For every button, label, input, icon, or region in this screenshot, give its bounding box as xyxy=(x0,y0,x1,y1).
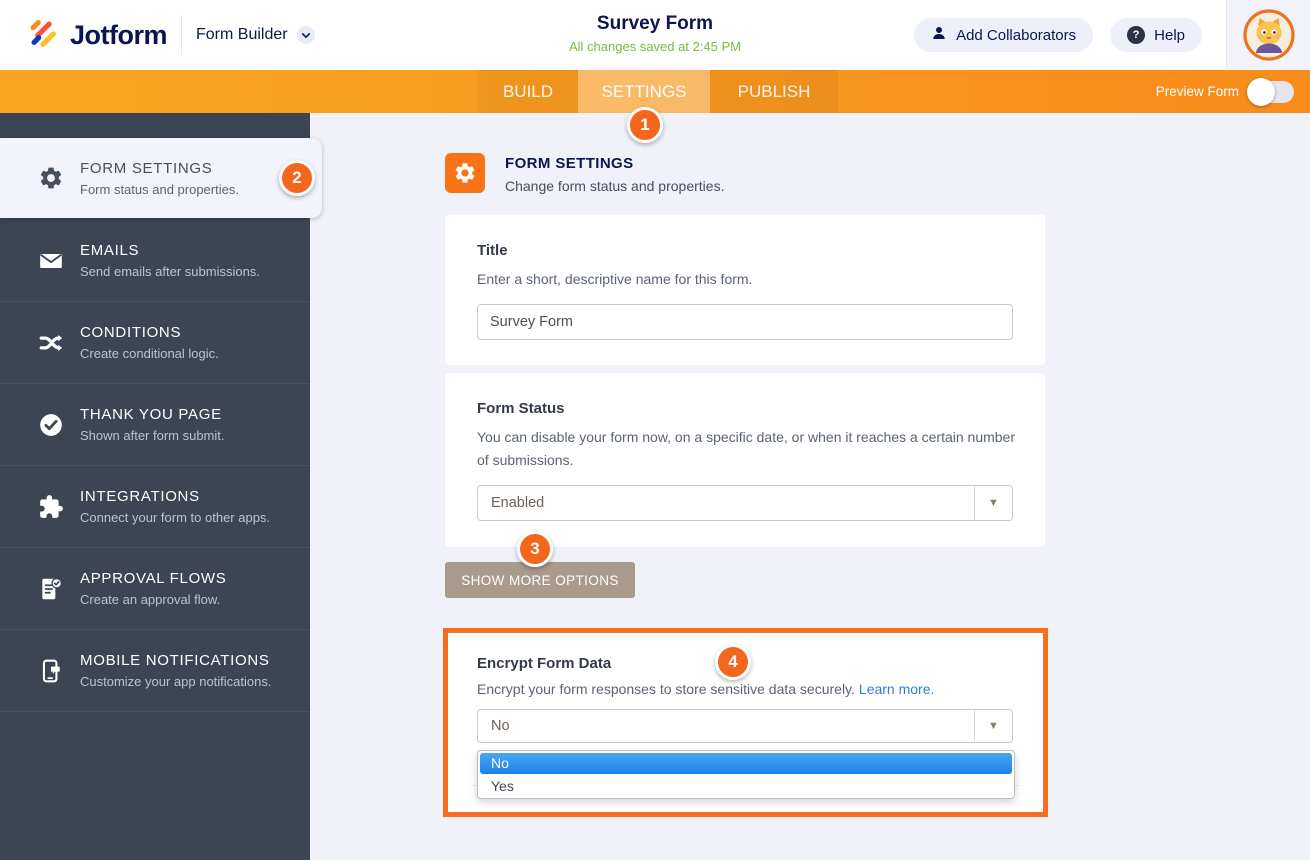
sidebar-item-thank-you-page[interactable]: THANK YOU PAGE Shown after form submit. xyxy=(0,384,310,466)
form-builder-menu[interactable]: Form Builder xyxy=(196,26,315,44)
form-status-desc: You can disable your form now, on a spec… xyxy=(477,429,1016,469)
form-status-value: Enabled xyxy=(491,495,545,512)
shuffle-icon xyxy=(38,330,64,356)
section-desc: Change form status and properties. xyxy=(505,178,725,194)
tab-build[interactable]: BUILD xyxy=(478,70,578,113)
gear-icon xyxy=(38,165,64,191)
check-circle-icon xyxy=(38,412,64,438)
annotation-step-1: 1 xyxy=(627,107,663,143)
add-collaborators-label: Add Collaborators xyxy=(956,26,1077,44)
title-card: Title Enter a short, descriptive name fo… xyxy=(445,215,1045,365)
avatar-zone xyxy=(1226,0,1310,70)
settings-sidebar: FORM SETTINGS Form status and properties… xyxy=(0,113,322,860)
sidebar-item-form-settings[interactable]: FORM SETTINGS Form status and properties… xyxy=(0,138,322,218)
sidebar-item-label: CONDITIONS xyxy=(80,324,182,341)
dropdown-arrow-icon: ▼ xyxy=(974,486,1012,521)
sidebar-item-label: APPROVAL FLOWS xyxy=(80,570,227,587)
sidebar-item-label: MOBILE NOTIFICATIONS xyxy=(80,652,270,669)
preview-form-label: Preview Form xyxy=(1155,84,1239,99)
sidebar-item-label: EMAILS xyxy=(80,242,140,259)
sidebar-item-desc: Connect your form to other apps. xyxy=(80,510,271,525)
preview-form-toggle[interactable] xyxy=(1247,77,1294,106)
person-icon xyxy=(931,25,947,45)
encrypt-value: No xyxy=(491,718,510,734)
sidebar-item-desc: Send emails after submissions. xyxy=(80,264,260,279)
sidebar-item-conditions[interactable]: CONDITIONS Create conditional logic. xyxy=(0,302,310,384)
tab-publish[interactable]: PUBLISH xyxy=(710,70,838,113)
sidebar-item-label: FORM SETTINGS xyxy=(80,159,213,177)
avatar[interactable] xyxy=(1242,9,1295,61)
encrypt-select[interactable]: No ▼ xyxy=(477,709,1013,743)
form-title[interactable]: Survey Form xyxy=(569,13,741,35)
top-header: Jotform Form Builder Survey Form All cha… xyxy=(0,0,1310,70)
sidebar-item-integrations[interactable]: INTEGRATIONS Connect your form to other … xyxy=(0,466,310,548)
encrypt-desc: Encrypt your form responses to store sen… xyxy=(477,681,855,697)
envelope-icon xyxy=(38,248,64,274)
sidebar-item-desc: Form status and properties. xyxy=(80,181,239,197)
puzzle-icon xyxy=(38,494,64,520)
form-title-input[interactable] xyxy=(477,304,1013,341)
sidebar-item-label: THANK YOU PAGE xyxy=(80,406,222,423)
header-divider xyxy=(181,15,182,55)
annotation-step-4: 4 xyxy=(715,644,751,680)
annotation-step-3: 3 xyxy=(517,531,553,567)
toggle-knob xyxy=(1247,77,1275,106)
dropdown-option-yes[interactable]: Yes xyxy=(478,776,1014,796)
sidebar-item-mobile-notifications[interactable]: MOBILE NOTIFICATIONS Customize your app … xyxy=(0,630,310,712)
help-label: Help xyxy=(1154,26,1185,44)
help-button[interactable]: ? Help xyxy=(1110,18,1202,52)
section-title: FORM SETTINGS xyxy=(505,155,634,172)
form-status-card: Form Status You can disable your form no… xyxy=(445,373,1045,547)
brand-wordmark: Jotform xyxy=(70,19,168,50)
builder-nav: BUILD SETTINGS PUBLISH Preview Form xyxy=(0,70,1310,113)
settings-content: FORM SETTINGS Change form status and pro… xyxy=(310,113,1310,860)
jotform-logo-icon xyxy=(26,16,60,55)
add-collaborators-button[interactable]: Add Collaborators xyxy=(914,18,1094,52)
encrypt-dropdown-list: No Yes xyxy=(477,750,1015,799)
annotation-step-2: 2 xyxy=(279,160,315,196)
product-label: Form Builder xyxy=(196,26,288,43)
dropdown-arrow-icon: ▼ xyxy=(974,710,1012,742)
sidebar-item-desc: Customize your app notifications. xyxy=(80,674,272,689)
form-settings-icon xyxy=(445,153,485,193)
title-desc: Enter a short, descriptive name for this… xyxy=(477,271,753,287)
encrypt-label: Encrypt Form Data xyxy=(477,655,612,672)
title-label: Title xyxy=(477,242,508,259)
chevron-down-icon xyxy=(296,26,315,44)
mobile-phone-icon xyxy=(38,658,64,684)
learn-more-link[interactable]: Learn more. xyxy=(859,681,934,697)
sidebar-item-label: INTEGRATIONS xyxy=(80,488,200,505)
sidebar-item-desc: Create conditional logic. xyxy=(80,346,219,361)
sidebar-item-desc: Shown after form submit. xyxy=(80,428,225,443)
form-status-select[interactable]: Enabled ▼ xyxy=(477,485,1013,522)
show-more-options-button[interactable]: SHOW MORE OPTIONS xyxy=(445,562,635,598)
form-status-label: Form Status xyxy=(477,400,565,417)
dropdown-option-no[interactable]: No xyxy=(480,753,1012,774)
sidebar-item-desc: Create an approval flow. xyxy=(80,592,221,607)
sidebar-item-approval-flows[interactable]: APPROVAL FLOWS Create an approval flow. xyxy=(0,548,310,630)
jotform-form-builder: Jotform Form Builder Survey Form All cha… xyxy=(0,0,1310,860)
jotform-logo[interactable]: Jotform xyxy=(26,16,168,55)
approval-doc-icon xyxy=(38,576,64,602)
sidebar-item-emails[interactable]: EMAILS Send emails after submissions. xyxy=(0,220,310,302)
save-status: All changes saved at 2:45 PM xyxy=(569,39,741,54)
question-icon: ? xyxy=(1127,26,1146,44)
